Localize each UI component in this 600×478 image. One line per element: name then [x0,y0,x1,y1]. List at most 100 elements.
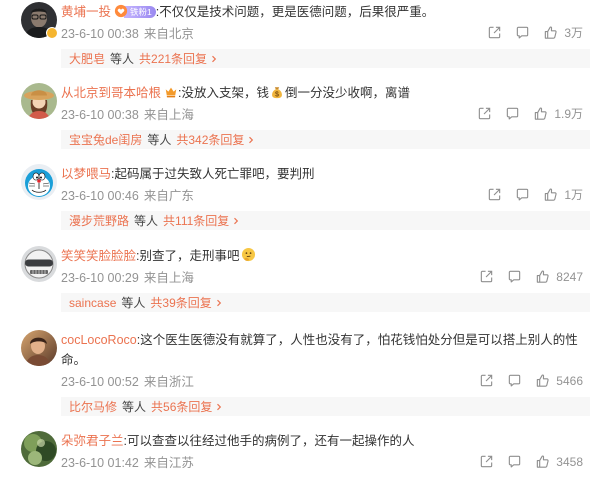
comment-time-location: 23-6-10 00:38 来自上海 [61,104,194,123]
reply-summary[interactable]: 漫步荒野路 等人 共111条回复 [61,211,590,230]
reply-count[interactable]: 共111条回复 [163,212,229,229]
reply-count[interactable]: 共39条回复 [150,294,211,311]
reply-summary[interactable]: 宝宝兔de闺房 等人 共342条回复 [61,130,590,149]
comment-icon[interactable] [515,187,530,202]
comment-location: 来自浙江 [143,375,194,389]
comment-text: 以梦喂马:起码属于过失致人死亡罪吧，要判刑 [61,164,590,184]
chevron-right-icon [247,136,255,144]
like-count: 1.9万 [554,107,583,121]
share-icon[interactable] [479,454,494,469]
comment-body-continued: 倒一分没少收啊，离谱 [285,86,411,100]
like-icon[interactable] [535,373,550,388]
comment-meta: 23-6-10 01:42 来自江苏 3458 [61,451,590,472]
comment-date: 23-6-10 01:42 [61,456,139,470]
comment-item: 黄埔一投 铁粉1:不仅仅是技术问题，更是医德问题，后果很严重。 23-6-10 0… [0,2,590,68]
chevron-right-icon [215,403,223,411]
comment-body: :别查了，走刑事吧 [136,249,240,263]
share-icon[interactable] [479,269,494,284]
reply-username[interactable]: 比尔马修 [69,398,117,415]
comment-actions: 3458 [479,454,583,469]
avatar-image [21,330,57,366]
comment-icon[interactable] [505,106,520,121]
like-icon[interactable] [535,269,550,284]
comment-time-location: 23-6-10 00:46 来自广东 [61,185,194,204]
comment-date: 23-6-10 00:38 [61,27,139,41]
comment-item: 从北京到哥本哈根:没放入支架，钱 倒一分没少收啊，离谱 23-6-10 00:38… [0,83,590,149]
avatar[interactable] [21,330,57,366]
comment-actions: 1万 [487,186,583,203]
comment-body: :可以查查以往经过他手的病例了，还有一起操作的人 [123,434,415,448]
comment-time-location: 23-6-10 01:42 来自江苏 [61,452,194,471]
comment-actions: 3万 [487,24,583,41]
comment-item: 笑笑笑脸脸脸:别查了，走刑事吧 23-6-10 00:29 来自上海 8247 s… [0,246,590,312]
comment-meta: 23-6-10 00:38 来自上海 1.9万 [61,103,590,124]
avatar[interactable] [21,246,57,282]
reply-count[interactable]: 共56条回复 [151,398,212,415]
reply-count[interactable]: 共342条回复 [176,131,244,148]
chevron-right-icon [215,299,223,307]
reply-username[interactable]: 大肥皂 [69,50,105,67]
comment-location: 来自广东 [143,189,194,203]
comment-item: 以梦喂马:起码属于过失致人死亡罪吧，要判刑 23-6-10 00:46 来自广东 … [0,164,590,230]
avatar-image [21,431,57,467]
comment-meta: 23-6-10 00:52 来自浙江 5466 [61,370,590,391]
share-icon[interactable] [487,187,502,202]
like-count: 5466 [556,373,583,388]
avatar-image [21,164,57,200]
reply-others: 等人 [121,296,146,310]
comment-time-location: 23-6-10 00:52 来自浙江 [61,371,194,390]
comment-icon[interactable] [515,25,530,40]
share-icon[interactable] [477,106,492,121]
comment-time-location: 23-6-10 00:38 来自北京 [61,23,194,42]
reply-summary[interactable]: 大肥皂 等人 共221条回复 [61,49,590,68]
comment-text: 笑笑笑脸脸脸:别查了，走刑事吧 [61,246,590,266]
reply-username[interactable]: 漫步荒野路 [69,212,129,229]
like-icon[interactable] [535,454,550,469]
money-bag-emoji-icon [270,85,284,99]
avatar-image [21,246,57,282]
username-link[interactable]: 从北京到哥本哈根 [61,86,161,100]
fan-heart-icon [114,4,128,18]
comment-actions: 8247 [479,269,583,284]
avatar[interactable] [21,431,57,467]
comment-date: 23-6-10 00:46 [61,189,139,203]
comment-date: 23-6-10 00:38 [61,108,139,122]
like-count: 3万 [564,26,583,40]
avatar[interactable] [21,164,57,200]
reply-others: 等人 [122,400,147,414]
avatar[interactable] [21,83,57,119]
reply-username[interactable]: saincase [69,296,116,310]
comment-icon[interactable] [507,454,522,469]
comment-item: 朵弥君子兰:可以查查以往经过他手的病例了，还有一起操作的人 23-6-10 01… [0,431,590,472]
username-link[interactable]: cocLocoRoco [61,333,137,347]
comment-item: cocLocoRoco:这个医生医德没有就算了，人性也没有了，怕花钱怕处分但是可… [0,330,590,416]
comment-location: 来自上海 [143,271,194,285]
username-link[interactable]: 朵弥君子兰 [61,434,124,448]
reply-others: 等人 [147,133,172,147]
share-icon[interactable] [479,373,494,388]
reply-summary[interactable]: 比尔马修 等人 共56条回复 [61,397,590,416]
username-link[interactable]: 以梦喂马 [61,167,111,181]
verified-badge-icon [46,27,58,39]
like-icon[interactable] [543,25,558,40]
comment-icon[interactable] [507,373,522,388]
username-link[interactable]: 笑笑笑脸脸脸 [61,249,136,263]
comment-meta: 23-6-10 00:29 来自上海 8247 [61,266,590,287]
username-link[interactable]: 黄埔一投 [61,5,111,19]
comment-icon[interactable] [507,269,522,284]
comment-date: 23-6-10 00:52 [61,375,139,389]
like-icon[interactable] [543,187,558,202]
comment-body: :起码属于过失致人死亡罪吧，要判刑 [111,167,315,181]
share-icon[interactable] [487,25,502,40]
chevron-right-icon [232,217,240,225]
comment-date: 23-6-10 00:29 [61,271,139,285]
thinking-face-emoji-icon [241,247,256,262]
reply-username[interactable]: 宝宝兔de闺房 [69,131,142,148]
reply-count[interactable]: 共221条回复 [139,50,207,67]
avatar-image [21,83,57,119]
like-count: 8247 [556,269,583,284]
reply-summary[interactable]: saincase 等人 共39条回复 [61,293,590,312]
comment-body: :这个医生医德没有就算了，人性也没有了，怕花钱怕处分但是可以搭上别人的性命。 [61,333,578,367]
like-icon[interactable] [533,106,548,121]
reply-others: 等人 [110,52,135,66]
